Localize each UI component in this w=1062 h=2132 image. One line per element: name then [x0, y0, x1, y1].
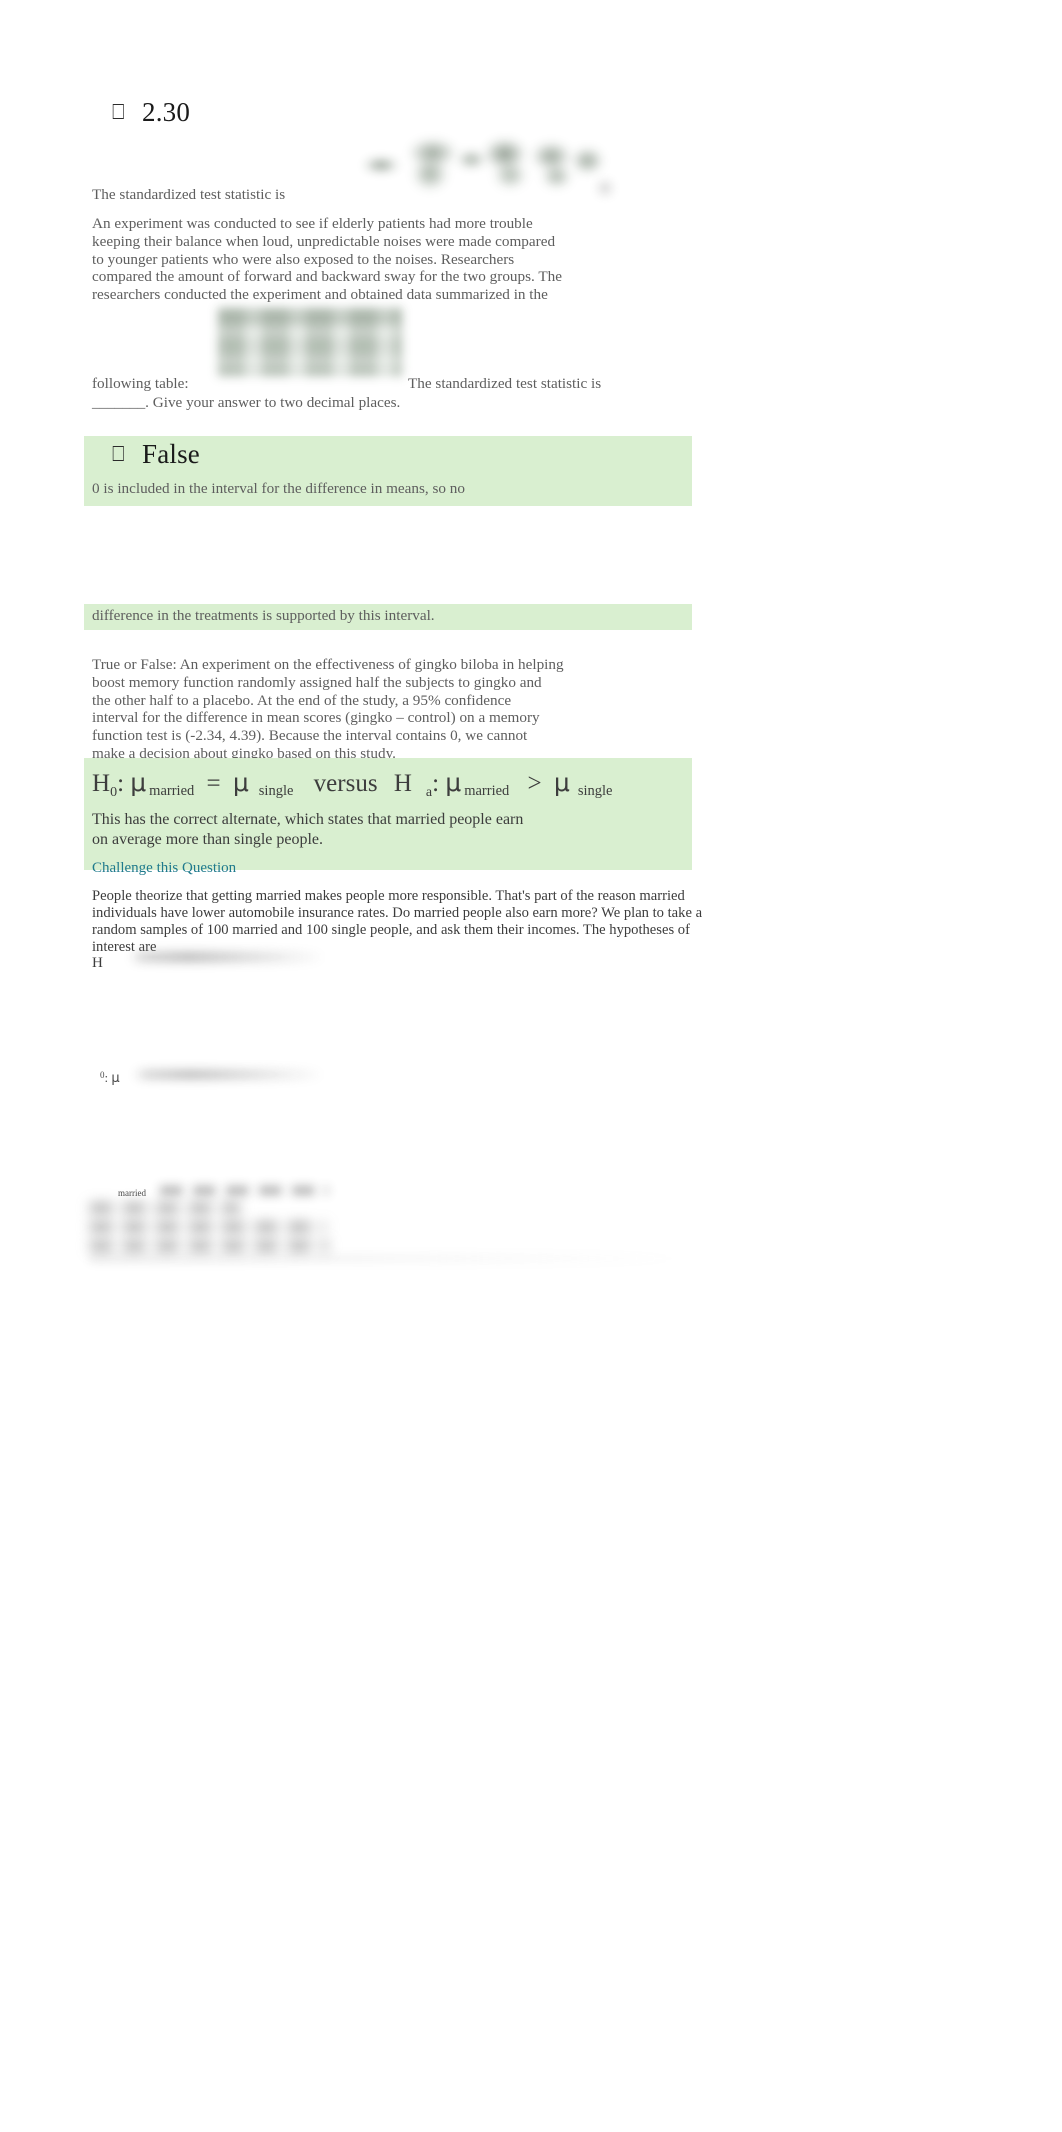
h-alt-symbol: H — [393, 770, 412, 797]
mu-subscript-married-1: married — [149, 783, 195, 799]
greater-than-operator: > — [527, 770, 542, 797]
versus-label: versus — [313, 770, 378, 797]
checkbox-glyph-icon: ⎕ — [112, 442, 125, 466]
prompt2-body: True or False: An experiment on the effe… — [92, 656, 672, 763]
prompt1-table-caption: following table: — [92, 375, 189, 392]
prompt1-closing-text: _______. Give your answer to two decimal… — [92, 394, 401, 411]
prompt1-body-line: researchers conducted the experiment and… — [92, 286, 548, 304]
blurred-text-line-4 — [90, 1203, 240, 1213]
h-null-symbol: H — [92, 770, 111, 797]
prompt1-body-line: keeping their balance when loud, unpredi… — [92, 232, 556, 250]
answer3-explanation-line-1: This has the correct alternate, which st… — [92, 811, 524, 828]
prompt3-h-subscript-group: 0: μ — [100, 1070, 120, 1086]
blurred-divider-rule — [90, 1256, 692, 1261]
prompt3-line: random samples of 100 married and 100 si… — [92, 922, 690, 938]
prompt1-body-line: compared the amount of forward and backw… — [92, 268, 562, 286]
blurred-data-table-image — [218, 308, 402, 376]
prompt1-lead: The standardized test statistic is — [92, 186, 286, 203]
prompt3-line: individuals have lower automobile insura… — [92, 905, 703, 921]
prompt2-line: True or False: An experiment on the effe… — [92, 656, 564, 673]
equals-operator: = — [206, 770, 221, 797]
prompt2-line: function test is (-2.34, 4.39). Because … — [92, 727, 528, 745]
blurred-hypothesis-line-2 — [134, 1070, 324, 1079]
prompt3-line: People theorize that getting married mak… — [92, 888, 685, 904]
prompt3-married-subscript: married — [118, 1188, 146, 1198]
answer-value-2: False — [142, 439, 200, 469]
blurred-text-line-5 — [90, 1222, 325, 1232]
blurred-text-line-6 — [90, 1241, 328, 1251]
h-alt-colon: : — [432, 770, 440, 797]
prompt1-body: An experiment was conducted to see if el… — [92, 215, 672, 304]
mu-symbol-2: μ — [232, 768, 249, 797]
h-null-colon: : — [117, 770, 125, 797]
challenge-this-question-link[interactable]: Challenge this Question — [92, 860, 236, 877]
answer-heading-1: ⎕ 2.30 — [112, 97, 191, 128]
prompt1-body-line: An experiment was conducted to see if el… — [92, 215, 533, 232]
prompt3-body: People theorize that getting married mak… — [92, 888, 703, 956]
mu-subscript-single-1: single — [258, 783, 294, 799]
mu-subscript-married-2: married — [464, 783, 510, 799]
answer2-explanation-line-2: difference in the treatments is supporte… — [92, 607, 435, 624]
h-null-subscript: 0 — [110, 785, 118, 800]
blurred-formula-subscript — [598, 178, 612, 198]
blurred-hypothesis-line-3 — [160, 1186, 328, 1195]
checkbox-glyph-icon: ⎕ — [112, 100, 125, 124]
mu-symbol-3: μ — [445, 768, 462, 797]
answer2-explanation-line-1: 0 is included in the interval for the di… — [92, 480, 465, 497]
prompt3-h-colon: : — [104, 1070, 109, 1085]
prompt2-line: boost memory function randomly assigned … — [92, 673, 542, 691]
blurred-hypothesis-line-1 — [130, 952, 325, 962]
prompt3-mu-symbol: μ — [111, 1071, 120, 1086]
answer3-explanation-line-2: on average more than single people. — [92, 831, 324, 848]
prompt2-line: interval for the difference in mean scor… — [92, 709, 540, 727]
mu-symbol-1: μ — [130, 768, 147, 797]
answer-value-1: 2.30 — [142, 97, 191, 127]
answer-heading-2: ⎕ False — [112, 439, 200, 470]
mu-symbol-4: μ — [553, 768, 570, 797]
hypothesis-statement: H0: μ married = μ single versus Ha: μ marri… — [92, 770, 612, 800]
mu-subscript-single-2: single — [577, 783, 613, 799]
prompt3-h-label: H — [92, 955, 103, 971]
blurred-formula-image — [345, 136, 603, 192]
prompt1-body-line: to younger patients who were also expose… — [92, 250, 515, 268]
prompt2-line: the other half to a placebo. At the end … — [92, 691, 512, 709]
prompt1-trailing-text: The standardized test statistic is — [408, 375, 602, 392]
